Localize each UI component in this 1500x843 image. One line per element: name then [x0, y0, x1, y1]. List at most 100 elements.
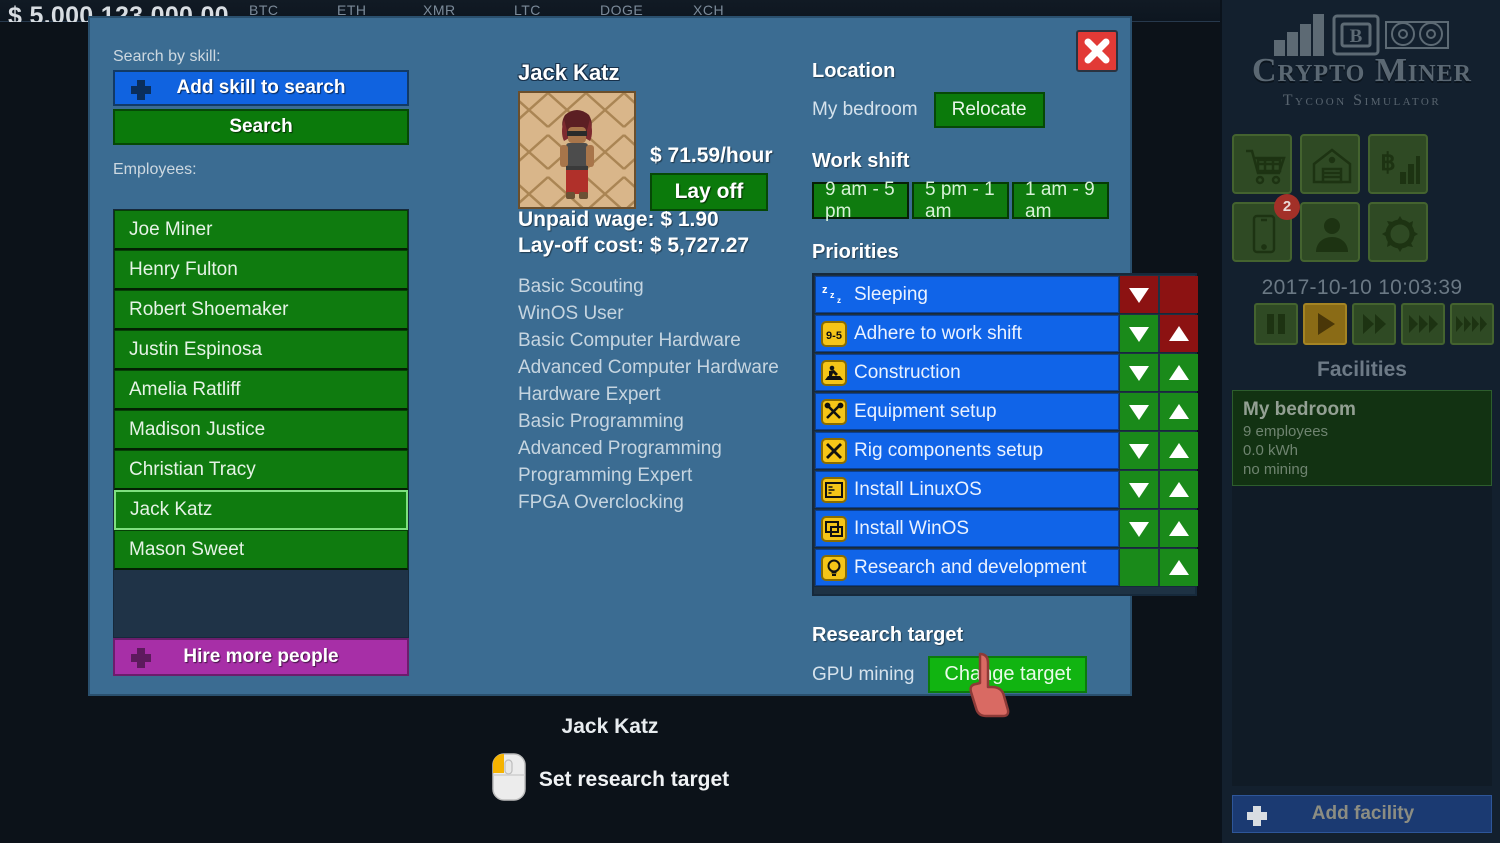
nav-phone-button[interactable]: 2 — [1232, 202, 1292, 262]
mouse-cursor — [966, 648, 1022, 723]
play-button[interactable] — [1303, 303, 1347, 345]
facilities-title: Facilities — [1222, 358, 1500, 382]
list-item-selected[interactable]: Jack Katz — [114, 490, 408, 530]
priority-move-up-button[interactable] — [1160, 432, 1198, 469]
speed-controls — [1254, 303, 1499, 345]
table-row: Research and development — [814, 548, 1195, 587]
unpaid-wage: Unpaid wage: $ 1.90 — [518, 208, 798, 232]
priority-move-up-button[interactable] — [1160, 315, 1198, 352]
lightbulb-icon — [821, 555, 847, 581]
right-sidebar: B Crypto Miner Tycoon Simulator — [1220, 0, 1500, 843]
list-item[interactable]: Justin Espinosa — [114, 330, 408, 370]
table-row: 9-5 Adhere to work shift — [814, 314, 1195, 353]
action-tooltip: Jack Katz Set research target — [0, 715, 1220, 807]
list-item[interactable]: Robert Shoemaker — [114, 290, 408, 330]
game-logo: B Crypto Miner Tycoon Simulator — [1222, 0, 1500, 125]
facility-name: My bedroom — [1243, 399, 1481, 421]
list-item[interactable]: Christian Tracy — [114, 450, 408, 490]
add-skill-to-search-label: Add skill to search — [115, 72, 407, 104]
svg-text:฿: ฿ — [1380, 150, 1395, 176]
nav-facilities-button[interactable] — [1300, 134, 1360, 194]
priority-move-down-button[interactable] — [1120, 276, 1158, 313]
nav-market-button[interactable]: ฿ — [1368, 134, 1428, 194]
search-button[interactable]: Search — [113, 109, 409, 145]
windows-icon — [821, 516, 847, 542]
skill-list: Basic Scouting WinOS User Basic Computer… — [518, 274, 798, 517]
hire-more-people-label: Hire more people — [115, 640, 407, 674]
list-item[interactable]: Madison Justice — [114, 410, 408, 450]
nav-settings-button[interactable] — [1368, 202, 1428, 262]
priority-label: Research and development — [854, 557, 1086, 579]
mouse-left-click-icon — [491, 752, 527, 807]
priority-item-install-winos[interactable]: Install WinOS — [815, 510, 1119, 547]
svg-text:z: z — [822, 284, 828, 296]
add-skill-to-search-button[interactable]: Add skill to search — [113, 70, 409, 106]
wrench-icon — [821, 438, 847, 464]
logo-subtitle: Tycoon Simulator — [1222, 92, 1500, 110]
skill-item: Advanced Programming — [518, 436, 798, 463]
priority-list: z z z Sleeping — [812, 273, 1197, 596]
avatar — [518, 91, 636, 209]
assignment-column: Location My bedroom Relocate Work shift … — [812, 60, 1112, 264]
priority-item-sleeping[interactable]: z z z Sleeping — [815, 276, 1119, 313]
priority-move-down-button[interactable] — [1120, 393, 1158, 430]
relocate-button[interactable]: Relocate — [934, 92, 1045, 128]
priority-label: Sleeping — [854, 284, 928, 306]
facility-employees: 9 employees — [1243, 423, 1481, 442]
pause-button[interactable] — [1254, 303, 1298, 345]
facility-list-area — [1232, 486, 1492, 786]
priority-move-down-button[interactable] — [1120, 315, 1158, 352]
skill-item: FPGA Overclocking — [518, 490, 798, 517]
shift-button-night[interactable]: 1 am - 9 am — [1012, 182, 1109, 219]
construction-icon — [821, 360, 847, 386]
employee-list[interactable]: Joe Miner Henry Fulton Robert Shoemaker … — [113, 209, 409, 638]
priority-item-rig-components-setup[interactable]: Rig components setup — [815, 432, 1119, 469]
nine-to-five-icon: 9-5 — [821, 321, 847, 347]
hire-more-people-button[interactable]: Hire more people — [113, 638, 409, 676]
list-item[interactable]: Mason Sweet — [114, 530, 408, 570]
nav-employees-button[interactable] — [1300, 202, 1360, 262]
priority-move-down-button[interactable] — [1120, 432, 1158, 469]
shift-button-evening[interactable]: 5 pm - 1 am — [912, 182, 1009, 219]
priority-move-up-button[interactable] — [1160, 510, 1198, 547]
logo-title: Crypto Miner — [1222, 52, 1500, 90]
priority-move-up-button[interactable] — [1160, 393, 1198, 430]
facility-card-my-bedroom[interactable]: My bedroom 9 employees 0.0 kWh no mining — [1232, 390, 1492, 486]
priority-item-construction[interactable]: Construction — [815, 354, 1119, 391]
priority-item-equipment-setup[interactable]: Equipment setup — [815, 393, 1119, 430]
priority-move-up-button[interactable] — [1160, 471, 1198, 508]
list-item[interactable]: Joe Miner — [114, 210, 408, 250]
priorities-title: Priorities — [812, 241, 1112, 264]
skill-item: Basic Programming — [518, 409, 798, 436]
priority-move-down-button[interactable] — [1120, 510, 1158, 547]
lay-off-button[interactable]: Lay off — [650, 173, 768, 211]
priority-label: Construction — [854, 362, 961, 384]
priority-item-research-and-development[interactable]: Research and development — [815, 549, 1119, 586]
fast-forward-x2-button[interactable] — [1352, 303, 1396, 345]
game-screen: BTC ETH XMR LTC DOGE XCH $ 5,000,123,000… — [0, 0, 1500, 843]
add-facility-label: Add facility — [1233, 803, 1493, 825]
priority-move-down-button[interactable] — [1120, 354, 1158, 391]
fast-forward-x3-button[interactable] — [1401, 303, 1445, 345]
priority-move-up-button[interactable] — [1160, 549, 1198, 586]
game-clock: 2017-10-10 10:03:39 — [1222, 276, 1500, 300]
priority-move-down-disabled — [1120, 549, 1158, 586]
search-and-employee-column: Search by skill: Add skill to search Sea… — [113, 48, 409, 183]
shift-button-morning[interactable]: 9 am - 5 pm — [812, 182, 909, 219]
priority-move-up-button[interactable] — [1160, 354, 1198, 391]
priority-label: Equipment setup — [854, 401, 997, 423]
add-facility-button[interactable]: Add facility — [1232, 795, 1492, 833]
priority-move-down-button[interactable] — [1120, 471, 1158, 508]
search-label: Search — [115, 111, 407, 143]
phone-badge: 2 — [1274, 194, 1300, 220]
priority-item-install-linuxos[interactable]: Install LinuxOS — [815, 471, 1119, 508]
fast-forward-x4-button[interactable] — [1450, 303, 1494, 345]
priority-item-adhere-to-work-shift[interactable]: 9-5 Adhere to work shift — [815, 315, 1119, 352]
priority-label: Install WinOS — [854, 518, 969, 540]
list-item[interactable]: Amelia Ratliff — [114, 370, 408, 410]
logo-glyph-row: B — [1272, 10, 1452, 58]
list-item[interactable]: Henry Fulton — [114, 250, 408, 290]
skill-item: Hardware Expert — [518, 382, 798, 409]
nav-shop-button[interactable] — [1232, 134, 1292, 194]
priority-move-up-disabled — [1160, 276, 1198, 313]
